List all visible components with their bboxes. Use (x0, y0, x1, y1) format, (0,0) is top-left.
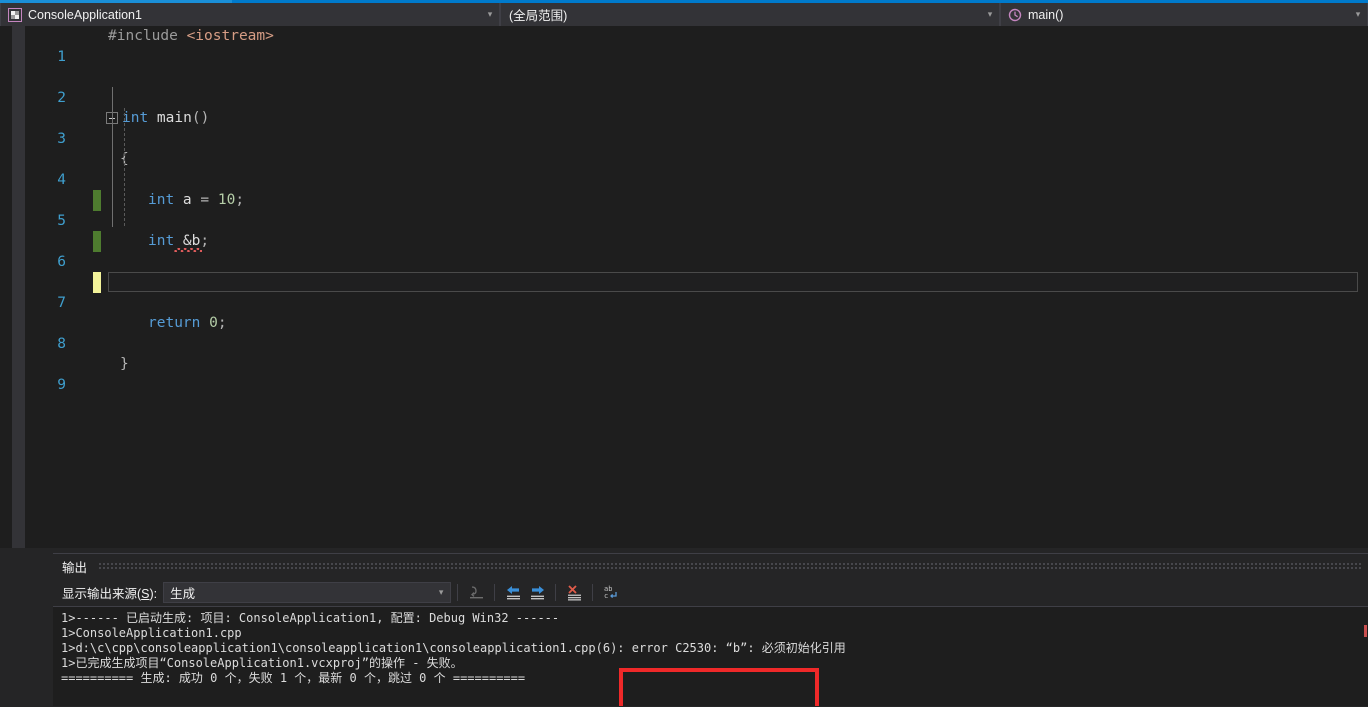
code-line[interactable]: 4 { (0, 149, 1368, 188)
line-number: 6 (57, 253, 66, 270)
output-toolbar: 显示输出来源(S): 生成 ▾ ab c (53, 579, 1368, 606)
toolbar-separator (494, 584, 496, 601)
line-number: 9 (57, 376, 66, 393)
include-header: <iostream> (186, 28, 274, 44)
output-line-error[interactable]: 1>d:\c\cpp\consoleapplication1\consoleap… (61, 641, 1368, 656)
project-icon (7, 7, 23, 23)
toggle-word-wrap-button[interactable]: ab c (599, 582, 623, 604)
code-line[interactable]: 2 (0, 67, 1368, 106)
chevron-down-icon[interactable]: ▾ (434, 588, 448, 597)
toolbar-separator (592, 584, 594, 601)
output-pane-header: 输出 (53, 554, 1368, 579)
code-line-current[interactable]: 7 (0, 272, 1368, 311)
line-number: 5 (57, 212, 66, 229)
code-line[interactable]: 1 #include <iostream> (0, 26, 1368, 65)
find-message-in-code-button[interactable] (464, 582, 488, 604)
code-line[interactable]: 8 return 0; (0, 313, 1368, 352)
line-number: 4 (57, 171, 66, 188)
method-icon (1007, 7, 1023, 23)
line-number: 2 (57, 89, 66, 106)
scope-dropdown-label: (全局范围) (509, 9, 568, 23)
current-line-highlight (108, 272, 1358, 292)
toolbar-separator (457, 584, 459, 601)
code-line[interactable]: 9 } (0, 354, 1368, 393)
scope-dropdown[interactable]: (全局范围) ▾ (500, 3, 1000, 26)
line-number: 1 (57, 48, 66, 65)
output-line: 1>------ 已启动生成: 项目: ConsoleApplication1,… (61, 611, 560, 625)
project-dropdown[interactable]: ConsoleApplication1 ▾ (0, 3, 500, 26)
code-text: return 0; (148, 315, 227, 331)
error-squiggle: &b (174, 233, 201, 249)
code-line[interactable]: 5 int a = 10; (0, 190, 1368, 229)
preprocessor-directive: #include (108, 28, 178, 44)
output-text-area[interactable]: 1>------ 已启动生成: 项目: ConsoleApplication1,… (53, 606, 1368, 706)
output-source-dropdown[interactable]: 生成 ▾ (163, 582, 452, 603)
output-line: 1>ConsoleApplication1.cpp (61, 626, 242, 640)
code-line[interactable]: 3 int main() (0, 108, 1368, 147)
show-output-from-label: 显示输出来源(S): (62, 587, 158, 601)
line-number: 7 (57, 294, 66, 311)
change-marker-unsaved (93, 272, 101, 293)
member-dropdown[interactable]: main() ▾ (1000, 3, 1368, 26)
output-pane: 输出 显示输出来源(S): 生成 ▾ ab c 1>------ 已启动生成: … (53, 553, 1368, 707)
toolbar-separator (555, 584, 557, 601)
output-line: 1>已完成生成项目“ConsoleApplication1.vcxproj”的操… (61, 656, 463, 670)
drag-grip[interactable] (99, 563, 1362, 570)
svg-text:c: c (604, 592, 608, 600)
visual-studio-window: ConsoleApplication1 ▾ (全局范围) ▾ main() ▾ … (0, 0, 1368, 707)
project-dropdown-label: ConsoleApplication1 (28, 7, 142, 22)
code-surface[interactable]: 1 #include <iostream> 2 3 int main() 4 { (0, 26, 1368, 548)
clear-all-button[interactable] (562, 582, 586, 604)
code-text: int &b; (148, 233, 210, 249)
change-marker-saved (93, 190, 101, 211)
editor-navigation-bar: ConsoleApplication1 ▾ (全局范围) ▾ main() ▾ (0, 3, 1368, 26)
chevron-down-icon[interactable]: ▾ (983, 10, 997, 19)
code-editor[interactable]: 1 #include <iostream> 2 3 int main() 4 { (0, 26, 1368, 548)
output-source-value: 生成 (170, 587, 196, 601)
output-pane-title: 输出 (62, 561, 88, 575)
error-scrollbar-marker (1364, 625, 1367, 637)
change-marker-saved (93, 231, 101, 252)
output-line: ========== 生成: 成功 0 个，失败 1 个，最新 0 个，跳过 0… (61, 671, 526, 685)
code-text: int main() (122, 110, 210, 126)
code-text: #include <iostream> (108, 26, 274, 47)
go-to-next-message-button[interactable] (525, 582, 549, 604)
go-to-previous-message-button[interactable] (501, 582, 525, 604)
line-number: 8 (57, 335, 66, 352)
code-text: } (120, 356, 129, 372)
code-text: int a = 10; (148, 192, 245, 208)
line-number: 3 (57, 130, 66, 147)
chevron-down-icon[interactable]: ▾ (483, 10, 497, 19)
member-dropdown-label: main() (1028, 7, 1064, 22)
code-line[interactable]: 6 int &b; (0, 231, 1368, 270)
chevron-down-icon[interactable]: ▾ (1351, 10, 1365, 19)
